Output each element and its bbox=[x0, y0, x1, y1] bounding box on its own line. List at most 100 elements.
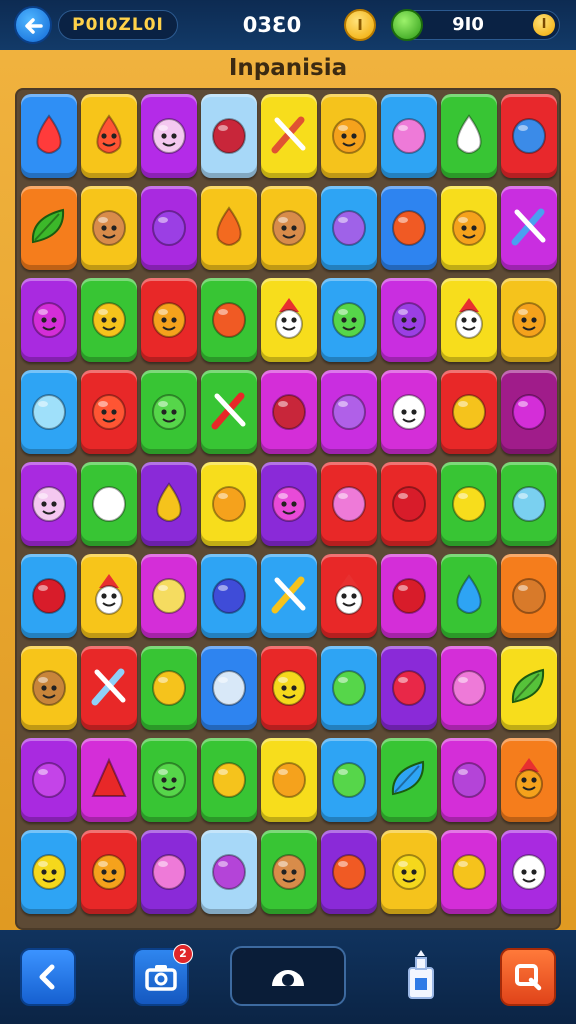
tile-orange-drumstick[interactable] bbox=[201, 278, 257, 362]
tile-pink-ghost[interactable] bbox=[261, 462, 317, 546]
tile-hand-sign[interactable] bbox=[441, 830, 497, 914]
tile-red-battery[interactable] bbox=[381, 646, 437, 730]
tile-green-frog[interactable] bbox=[141, 738, 197, 822]
tile-bunny-face[interactable] bbox=[21, 278, 77, 362]
orange-beetle-icon bbox=[332, 854, 366, 890]
tile-orange-lollipop[interactable] bbox=[261, 738, 317, 822]
tile-yellow-smile[interactable] bbox=[21, 830, 77, 914]
tile-crossed-tools[interactable] bbox=[501, 186, 557, 270]
search-button[interactable] bbox=[500, 948, 556, 1006]
tile-blue-bubble[interactable] bbox=[21, 370, 77, 454]
view-button[interactable] bbox=[230, 946, 346, 1006]
tile-crossed-sticks[interactable] bbox=[261, 94, 317, 178]
tile-gold-bell[interactable] bbox=[441, 370, 497, 454]
tile-purple-plum[interactable] bbox=[141, 186, 197, 270]
tile-tiger-face[interactable] bbox=[441, 186, 497, 270]
tile-boy-face[interactable] bbox=[261, 186, 317, 270]
tile-blue-berry[interactable] bbox=[501, 94, 557, 178]
tile-green-leaf[interactable] bbox=[21, 186, 77, 270]
tile-purple-gift[interactable] bbox=[321, 186, 377, 270]
camera-button[interactable]: 2 bbox=[133, 944, 193, 1006]
tile-blue-feather[interactable] bbox=[381, 738, 437, 822]
tile-green-cat[interactable] bbox=[141, 370, 197, 454]
tile-green-mango[interactable] bbox=[321, 646, 377, 730]
tile-red-chili[interactable] bbox=[21, 94, 77, 178]
tile-magnifier[interactable] bbox=[81, 646, 137, 730]
tile-yellow-egg[interactable] bbox=[141, 646, 197, 730]
tile-purple-sun[interactable] bbox=[501, 370, 557, 454]
tile-pink-bubble[interactable] bbox=[141, 830, 197, 914]
tile-yellow-lemon[interactable] bbox=[441, 462, 497, 546]
tile-white-ghost[interactable] bbox=[141, 94, 197, 178]
tile-hourglass[interactable] bbox=[201, 646, 257, 730]
tile-king-face[interactable] bbox=[501, 738, 557, 822]
tile-red-pepper-face[interactable] bbox=[81, 94, 137, 178]
blue-drop-icon bbox=[456, 574, 482, 614]
tile-orange-face[interactable] bbox=[321, 94, 377, 178]
tile-bear-face[interactable] bbox=[81, 186, 137, 270]
tile-red-cup[interactable] bbox=[261, 370, 317, 454]
tile-gnome-face[interactable] bbox=[261, 278, 317, 362]
tile-orange-fruit[interactable] bbox=[381, 186, 437, 270]
orange-drop-icon bbox=[216, 206, 242, 246]
tile-pink-popsicle[interactable] bbox=[321, 462, 377, 546]
tile-white-bunny[interactable] bbox=[501, 830, 557, 914]
back-button[interactable] bbox=[14, 6, 52, 44]
tile-orange-fruit[interactable] bbox=[201, 462, 257, 546]
yellow-chick-icon bbox=[272, 670, 306, 706]
tile-yellow-chick[interactable] bbox=[261, 646, 317, 730]
hint-button[interactable] bbox=[395, 946, 447, 1008]
green-leaf-icon bbox=[31, 208, 65, 244]
tile-crossed-swords[interactable] bbox=[201, 370, 257, 454]
tile-red-shield[interactable] bbox=[201, 94, 257, 178]
tile-pineapple-face[interactable] bbox=[81, 830, 137, 914]
tile-orange-face[interactable] bbox=[141, 278, 197, 362]
tile-yellow-face[interactable] bbox=[381, 830, 437, 914]
tile-red-fruit[interactable] bbox=[21, 554, 77, 638]
tile-purple-face[interactable] bbox=[381, 278, 437, 362]
tile-brown-face[interactable] bbox=[21, 646, 77, 730]
tile-red-balloon[interactable] bbox=[381, 554, 437, 638]
tile-orange-drop[interactable] bbox=[201, 186, 257, 270]
tile-red-triangle[interactable] bbox=[81, 738, 137, 822]
purple-berry-icon bbox=[452, 762, 486, 798]
tile-king-face[interactable] bbox=[321, 554, 377, 638]
tile-red-strawberry[interactable] bbox=[381, 462, 437, 546]
tile-green-apple[interactable] bbox=[321, 738, 377, 822]
tile-purple-balloon[interactable] bbox=[321, 370, 377, 454]
tile-purple-grape[interactable] bbox=[21, 738, 77, 822]
tile-yellow-drop[interactable] bbox=[141, 462, 197, 546]
tile-green-leaf[interactable] bbox=[501, 646, 557, 730]
tile-pink-bunny[interactable] bbox=[21, 462, 77, 546]
tile-purple-berry[interactable] bbox=[441, 738, 497, 822]
pink-ghost-icon bbox=[272, 486, 306, 522]
tile-orange-face[interactable] bbox=[501, 278, 557, 362]
tile-white-pill[interactable] bbox=[81, 462, 137, 546]
tile-white-cat[interactable] bbox=[381, 370, 437, 454]
tile-brown-drumstick[interactable] bbox=[501, 554, 557, 638]
tile-purple-cloud[interactable] bbox=[201, 830, 257, 914]
tile-yellow-corn[interactable] bbox=[201, 738, 257, 822]
green-frog-icon bbox=[152, 762, 186, 798]
tile-gnome-face[interactable] bbox=[81, 554, 137, 638]
white-drop-icon bbox=[456, 114, 482, 154]
tile-blue-fish[interactable] bbox=[501, 462, 557, 546]
tile-bear-face[interactable] bbox=[261, 830, 317, 914]
tile-green-bird[interactable] bbox=[321, 278, 377, 362]
tile-yellow-smile[interactable] bbox=[81, 278, 137, 362]
tile-orange-beetle[interactable] bbox=[321, 830, 377, 914]
tile-red-face[interactable] bbox=[81, 370, 137, 454]
tile-gnome-face[interactable] bbox=[441, 278, 497, 362]
add-gems-button[interactable]: I bbox=[533, 14, 555, 36]
tile-star-sun[interactable] bbox=[141, 554, 197, 638]
tile-blue-berry[interactable] bbox=[201, 554, 257, 638]
gnome-face-icon bbox=[455, 298, 483, 339]
back-arrow-button[interactable] bbox=[20, 948, 76, 1006]
tile-pink-flag[interactable] bbox=[441, 646, 497, 730]
tile-axe-tool[interactable] bbox=[261, 554, 317, 638]
yellow-corn-icon bbox=[212, 762, 246, 798]
tile-white-drop[interactable] bbox=[441, 94, 497, 178]
tile-pink-balloon[interactable] bbox=[381, 94, 437, 178]
coin-icon[interactable]: I bbox=[344, 9, 376, 41]
tile-blue-drop[interactable] bbox=[441, 554, 497, 638]
